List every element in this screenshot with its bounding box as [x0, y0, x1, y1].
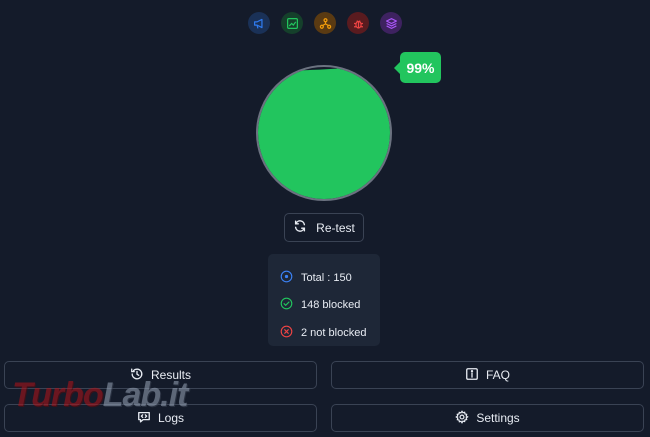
- history-icon: [130, 367, 144, 384]
- score-percent-badge: 99%: [394, 52, 441, 83]
- retest-button[interactable]: Re-test: [284, 213, 364, 242]
- gear-icon: [455, 409, 469, 427]
- faq-label: FAQ: [485, 368, 510, 382]
- retest-label: Re-test: [316, 220, 355, 235]
- gauge-fill: [258, 72, 390, 199]
- chart-line-icon[interactable]: [281, 12, 303, 34]
- stat-total: Total : 150: [280, 264, 380, 292]
- faq-button[interactable]: FAQ: [331, 361, 644, 389]
- x-circle-icon: [280, 325, 293, 341]
- stat-blocked: 148 blocked: [280, 292, 380, 320]
- bug-icon[interactable]: [347, 12, 369, 34]
- category-icon-row: [0, 12, 650, 34]
- target-icon: [280, 270, 293, 286]
- megaphone-icon[interactable]: [248, 12, 270, 34]
- code-message-icon: [137, 410, 151, 427]
- stat-not-blocked-label: 2 not blocked: [301, 326, 367, 339]
- network-icon[interactable]: [314, 12, 336, 34]
- results-button[interactable]: Results: [4, 361, 317, 389]
- settings-button[interactable]: Settings: [331, 404, 644, 432]
- gauge-wave: [258, 67, 390, 75]
- results-label: Results: [150, 368, 191, 382]
- logs-button[interactable]: Logs: [4, 404, 317, 432]
- stat-not-blocked: 2 not blocked: [280, 319, 380, 347]
- refresh-icon: [293, 219, 307, 236]
- score-gauge: [256, 65, 392, 201]
- stat-blocked-label: 148 blocked: [301, 299, 361, 312]
- check-circle-icon: [280, 297, 293, 313]
- stats-panel: Total : 150 148 blocked 2 not blocked: [268, 254, 380, 346]
- stat-total-label: Total : 150: [301, 271, 352, 284]
- layers-icon[interactable]: [380, 12, 402, 34]
- info-square-icon: [465, 367, 479, 384]
- logs-label: Logs: [157, 411, 185, 425]
- settings-label: Settings: [476, 411, 520, 425]
